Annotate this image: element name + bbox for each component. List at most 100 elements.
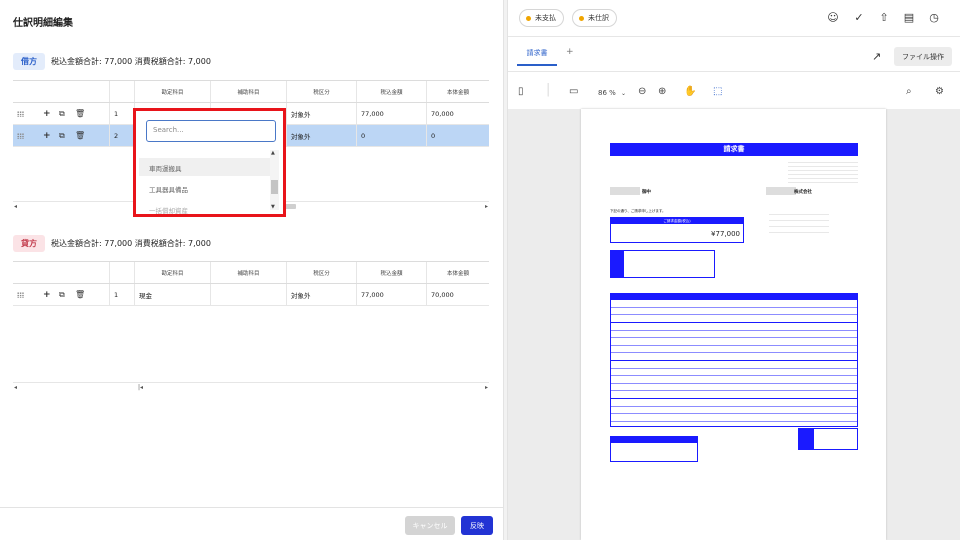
scroll-right-icon[interactable]: ▸: [485, 203, 488, 210]
dropdown-option[interactable]: 工具器具備品: [149, 184, 188, 194]
table-header: 勘定科目 補助科目 税区分 税込金額 本体金額: [13, 262, 489, 284]
add-row-icon[interactable]: +: [43, 103, 51, 124]
delete-row-icon[interactable]: 🗑: [75, 125, 85, 146]
amount-cell[interactable]: 0: [356, 125, 426, 146]
drag-handle-icon[interactable]: [17, 111, 24, 117]
account-cell[interactable]: 現金: [134, 284, 210, 305]
scroll-left-icon[interactable]: ◂: [14, 384, 17, 391]
cancel-button[interactable]: キャンセル: [405, 516, 455, 535]
status-bar: 未支払 未仕訳 ☺ ✓ ⇧ ▤ ◷: [508, 0, 960, 37]
amount-cell[interactable]: 77,000: [356, 284, 426, 305]
credit-summary: 貸方 税込金額合計: 77,000 消費税額合計: 7,000: [13, 235, 211, 252]
invoice-title: 請求書: [610, 143, 858, 156]
settings-gear-icon[interactable]: ⚙: [935, 86, 944, 97]
copy-row-icon[interactable]: ⧉: [59, 103, 65, 124]
account-search-input[interactable]: Search...: [146, 120, 276, 142]
open-external-icon[interactable]: ↗: [872, 50, 881, 63]
account-dropdown[interactable]: Search... 車両運搬具 工具器具備品 一括償却資産 ▲ ▼: [133, 108, 286, 217]
share-icon[interactable]: ⇧: [877, 11, 891, 24]
line-items-table: [610, 293, 858, 427]
comment-icon[interactable]: ▤: [902, 11, 916, 24]
invoice-page: 請求書 御中 株式会社 下記の通り、ご請求申し上げます。 ご請求金額(税込) ¥…: [581, 109, 886, 540]
copy-row-icon[interactable]: ⧉: [59, 125, 65, 146]
search-icon[interactable]: ⌕: [906, 86, 912, 97]
header-base: 本体金額: [426, 262, 489, 283]
credit-horizontal-scrollbar[interactable]: ◂ |◂ ▸: [13, 382, 489, 392]
dropdown-option[interactable]: 車両運搬具: [149, 163, 182, 173]
totals-box: [798, 428, 858, 450]
table-header: 勘定科目 補助科目 税区分 税込金額 本体金額: [13, 81, 489, 103]
document-tabs: 請求書 + ↗ ファイル操作: [508, 38, 960, 72]
check-icon[interactable]: ✓: [852, 11, 866, 24]
credit-badge: 貸方: [13, 235, 45, 252]
add-tab-icon[interactable]: +: [566, 47, 574, 57]
add-row-icon[interactable]: +: [43, 284, 51, 305]
scrollbar-thumb[interactable]: [271, 180, 278, 194]
delete-row-icon[interactable]: 🗑: [75, 284, 85, 305]
scroll-up-icon[interactable]: ▲: [271, 150, 275, 156]
scroll-down-icon[interactable]: ▼: [271, 204, 275, 210]
dropdown-scrollbar[interactable]: ▲ ▼: [270, 150, 279, 210]
tax-breakdown-table: [610, 436, 698, 462]
dialog-footer: キャンセル 反映: [0, 507, 503, 540]
apply-button[interactable]: 反映: [461, 516, 493, 535]
tax-category-cell[interactable]: 対象外: [286, 125, 356, 146]
amount-cell[interactable]: 77,000: [356, 103, 426, 124]
recipient-suffix: 御中: [642, 190, 651, 195]
zoom-level[interactable]: 86 %: [598, 89, 616, 97]
page-icon[interactable]: ▭: [569, 86, 578, 97]
scroll-left-icon[interactable]: |◂: [138, 384, 143, 391]
scroll-right-icon[interactable]: ▸: [485, 384, 488, 391]
invoice-greeting: 下記の通り、ご請求申し上げます。: [610, 209, 666, 213]
header-sub: 補助科目: [210, 81, 286, 102]
invoice-amount: ¥77,000: [711, 230, 740, 238]
header-amount: 税込金額: [356, 81, 426, 102]
debit-summary: 借方 税込金額合計: 77,000 消費税額合計: 7,000: [13, 53, 211, 70]
tax-category-cell[interactable]: 対象外: [286, 284, 356, 305]
zoom-out-icon[interactable]: ⊖: [638, 86, 646, 97]
zoom-dropdown-icon[interactable]: ⌄: [621, 90, 626, 97]
status-chip-unjournaled[interactable]: 未仕訳: [572, 9, 617, 27]
pdf-viewport[interactable]: 請求書 御中 株式会社 下記の通り、ご請求申し上げます。 ご請求金額(税込) ¥…: [508, 109, 960, 540]
debit-badge: 借方: [13, 53, 45, 70]
status-chip-unpaid[interactable]: 未支払: [519, 9, 564, 27]
tax-category-cell[interactable]: 対象外: [286, 103, 356, 124]
delete-row-icon[interactable]: 🗑: [75, 103, 85, 124]
drag-handle-icon[interactable]: [17, 292, 24, 298]
header-tax: 税区分: [286, 262, 356, 283]
viewer-toolbar: ▯ | ▭ 86 % ⌄ ⊖ ⊕ ✋ ⬚ ⌕ ⚙: [508, 73, 960, 109]
payment-info-box: [610, 250, 715, 278]
drag-handle-icon[interactable]: [17, 133, 24, 139]
zoom-in-icon[interactable]: ⊕: [658, 86, 666, 97]
dropdown-option[interactable]: 一括償却資産: [149, 205, 188, 215]
pan-hand-icon[interactable]: ✋: [684, 86, 696, 97]
file-operations-button[interactable]: ファイル操作: [894, 47, 952, 66]
status-dot-icon: [579, 15, 584, 21]
header-account: 勘定科目: [134, 262, 210, 283]
scroll-left-icon[interactable]: ◂: [14, 203, 17, 210]
row-number: 1: [109, 284, 134, 305]
add-row-icon[interactable]: +: [43, 125, 51, 146]
amount-box: ご請求金額(税込) ¥77,000: [610, 217, 744, 243]
status-dot-icon: [526, 15, 531, 21]
redacted-sender: [766, 187, 796, 195]
user-icon[interactable]: ☺: [826, 11, 840, 24]
credit-totals: 税込金額合計: 77,000 消費税額合計: 7,000: [51, 239, 211, 248]
tab-invoice[interactable]: 請求書: [517, 48, 557, 66]
base-amount-cell[interactable]: 0: [426, 125, 489, 146]
invoice-meta-block: [788, 159, 858, 183]
toolbar-divider: |: [546, 82, 551, 97]
table-row[interactable]: + ⧉ 🗑 1 現金 対象外 77,000 70,000: [13, 284, 489, 306]
header-sub: 補助科目: [210, 262, 286, 283]
row-number: 1: [109, 103, 134, 124]
sidebar-toggle-icon[interactable]: ▯: [518, 86, 524, 97]
base-amount-cell[interactable]: 70,000: [426, 284, 489, 305]
document-viewer-panel: 未支払 未仕訳 ☺ ✓ ⇧ ▤ ◷ 請求書 + ↗ ファイル操作 ▯ | ▭ 8…: [508, 0, 960, 540]
select-area-icon[interactable]: ⬚: [713, 86, 722, 97]
sub-account-cell[interactable]: [210, 284, 286, 305]
copy-row-icon[interactable]: ⧉: [59, 284, 65, 305]
base-amount-cell[interactable]: 70,000: [426, 103, 489, 124]
history-icon[interactable]: ◷: [927, 11, 941, 24]
redacted-recipient: [610, 187, 640, 195]
header-base: 本体金額: [426, 81, 489, 102]
